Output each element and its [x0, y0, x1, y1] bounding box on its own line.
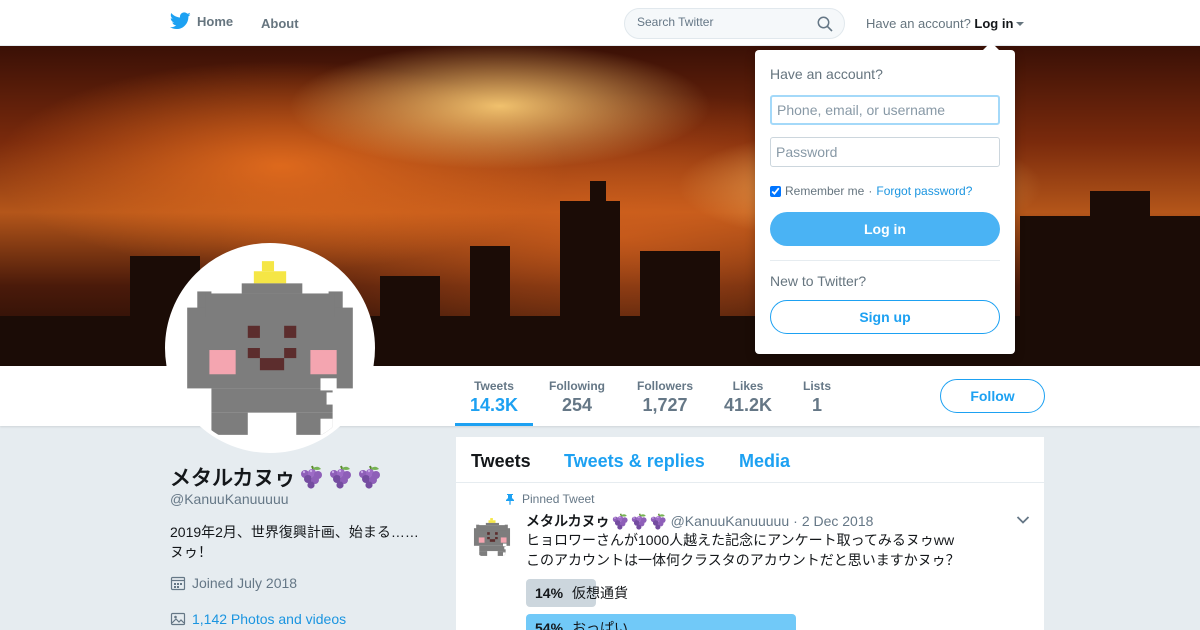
- stat-followers[interactable]: Followers 1,727: [632, 366, 698, 426]
- grape-emoji-icon: [326, 465, 353, 489]
- tab-media[interactable]: Media: [739, 451, 790, 472]
- tweet-timeline: Tweets Tweets & replies Media Pinned Twe…: [456, 437, 1044, 630]
- tweet-date[interactable]: 2 Dec 2018: [802, 513, 874, 529]
- tab-tweets[interactable]: Tweets: [471, 451, 531, 472]
- tweet-text-line: ヒョロワーさんが1000人越えた記念にアンケート取ってみるヌゥww: [526, 532, 955, 548]
- poll-option[interactable]: 54% おっぱい: [526, 614, 796, 630]
- joined-text: Joined July 2018: [192, 575, 298, 591]
- stat-value: 1: [811, 395, 822, 415]
- photos-videos-text: 1,142 Photos and videos: [192, 611, 347, 627]
- poll-option-label: 仮想通貨: [572, 585, 628, 601]
- grape-emoji-icon: [648, 513, 667, 530]
- pixel-mascot-image: [470, 515, 514, 559]
- pinned-tweet-label: Pinned Tweet: [504, 492, 595, 506]
- login-panel-title: Have an account?: [770, 66, 883, 82]
- top-navigation-bar: Home About Have an account? Log in: [0, 0, 1200, 46]
- password-field[interactable]: [770, 137, 1000, 167]
- stat-label: Likes: [732, 379, 764, 393]
- grape-emoji-icon: [629, 513, 648, 530]
- profile-handle[interactable]: @KanuuKanuuuuu: [170, 491, 289, 507]
- poll-option[interactable]: 14% 仮想通貨: [526, 579, 628, 607]
- search-icon[interactable]: [817, 16, 833, 32]
- signup-button[interactable]: Sign up: [770, 300, 1000, 334]
- nav-about-link[interactable]: About: [261, 16, 299, 31]
- login-dropdown-panel: Have an account? Remember me · Forgot pa…: [755, 42, 1015, 354]
- calendar-icon: [170, 576, 186, 591]
- profile-joined-date: Joined July 2018: [170, 575, 297, 591]
- stat-following[interactable]: Following 254: [543, 366, 611, 426]
- tweet-header: メタルカヌゥ @KanuuKanuuuuu · 2 Dec 2018: [526, 511, 873, 531]
- timeline-tabs: Tweets Tweets & replies Media: [456, 437, 1044, 483]
- search-input[interactable]: [637, 15, 807, 29]
- pinned-text: Pinned Tweet: [522, 492, 595, 506]
- tweet-avatar[interactable]: [470, 515, 514, 559]
- tweet-separator: ·: [793, 513, 798, 529]
- remember-separator: ·: [868, 184, 873, 198]
- stat-label: Followers: [636, 379, 693, 393]
- remember-me-label[interactable]: Remember me: [785, 184, 864, 198]
- divider: [770, 260, 1000, 261]
- remember-me-checkbox[interactable]: [770, 185, 781, 197]
- forgot-password-link[interactable]: Forgot password?: [876, 184, 972, 198]
- display-name-text: メタルカヌゥ: [170, 467, 296, 490]
- tweet-text: ヒョロワーさんが1000人越えた記念にアンケート取ってみるヌゥww このアカウン…: [526, 530, 960, 570]
- nav-home-label: Home: [197, 13, 234, 29]
- pin-icon: [506, 494, 514, 505]
- tab-tweets-replies[interactable]: Tweets & replies: [564, 451, 705, 472]
- follow-button[interactable]: Follow: [940, 379, 1045, 413]
- have-account-prompt: Have an account? Log in: [866, 16, 1025, 31]
- stat-label: Tweets: [474, 379, 514, 393]
- pixel-mascot-image: [169, 247, 371, 449]
- poll-percent: 54%: [535, 620, 564, 630]
- poll-percent: 14%: [535, 585, 564, 601]
- nav-home-link[interactable]: Home: [170, 12, 233, 30]
- tweet-author-handle[interactable]: @KanuuKanuuuuu: [671, 513, 790, 529]
- profile-bio: 2019年2月、世界復興計画、始まる……ヌゥ！: [170, 524, 419, 560]
- stat-tweets[interactable]: Tweets 14.3K: [455, 366, 533, 426]
- tweet-text-line: このアカウントは一体何クラスタのアカウントだと思いますかヌゥ？: [526, 552, 960, 568]
- have-account-text: Have an account?: [866, 16, 971, 31]
- tweet-author-name[interactable]: メタルカヌゥ: [526, 511, 610, 531]
- grape-emoji-icon: [355, 465, 382, 489]
- profile-avatar[interactable]: [165, 243, 375, 453]
- chevron-down-icon[interactable]: [1016, 515, 1030, 525]
- remember-me-row: Remember me · Forgot password?: [770, 184, 972, 198]
- stat-likes[interactable]: Likes 41.2K: [718, 366, 778, 426]
- stat-value: 254: [561, 395, 593, 415]
- grape-emoji-icon: [297, 465, 324, 489]
- image-icon: [170, 612, 186, 626]
- stat-value: 1,727: [642, 395, 688, 415]
- stat-value: 41.2K: [723, 395, 773, 415]
- username-field[interactable]: [770, 95, 1000, 125]
- poll-option-label: おっぱい: [572, 620, 628, 630]
- stat-value: 14.3K: [469, 395, 519, 415]
- login-dropdown-toggle[interactable]: Log in: [974, 16, 1013, 31]
- twitter-bird-icon: [170, 12, 191, 30]
- stat-label: Following: [549, 379, 605, 393]
- search-box[interactable]: [624, 8, 845, 39]
- stat-lists[interactable]: Lists 1: [797, 366, 837, 426]
- login-button[interactable]: Log in: [770, 212, 1000, 246]
- stat-label: Lists: [802, 379, 831, 393]
- new-to-twitter-label: New to Twitter?: [770, 273, 867, 289]
- profile-display-name: メタルカヌゥ: [170, 462, 382, 492]
- chevron-down-icon[interactable]: [1016, 22, 1025, 26]
- grape-emoji-icon: [610, 513, 629, 530]
- profile-photos-videos-link[interactable]: 1,142 Photos and videos: [170, 611, 346, 627]
